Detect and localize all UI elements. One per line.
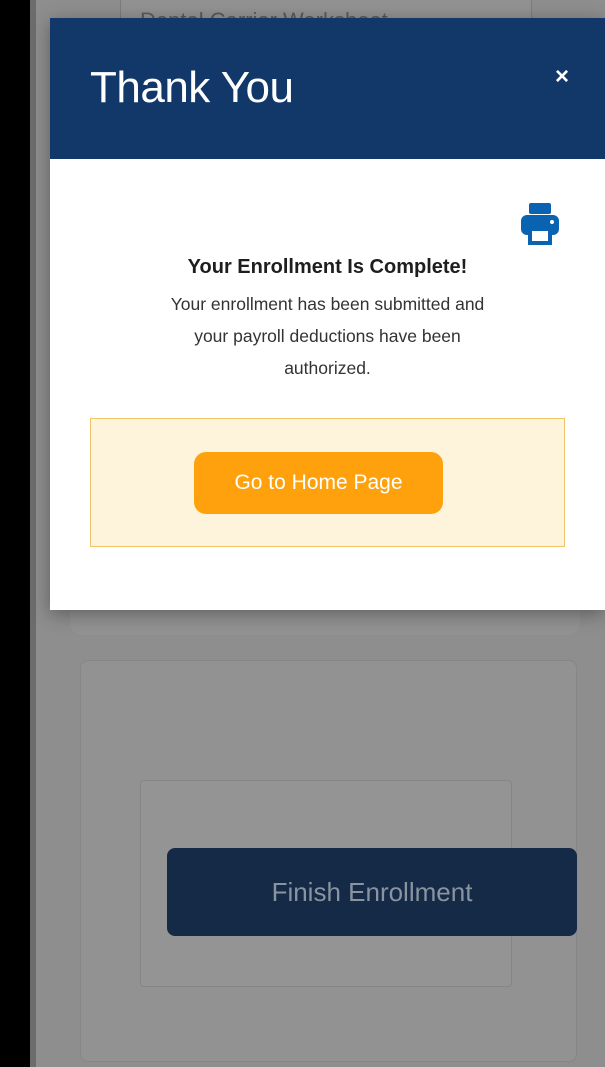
message-line-3: authorized. bbox=[284, 358, 371, 378]
enrollment-complete-heading: Your Enrollment Is Complete! bbox=[187, 256, 468, 278]
modal-title: Thank You bbox=[90, 63, 294, 112]
message-line-2: your payroll deductions have been bbox=[194, 326, 461, 346]
action-panel: Go to Home Page bbox=[90, 418, 565, 547]
close-icon: × bbox=[554, 63, 569, 90]
go-to-home-page-button[interactable]: Go to Home Page bbox=[194, 452, 443, 514]
modal-header: Thank You × bbox=[50, 18, 605, 159]
print-icon bbox=[521, 203, 559, 245]
print-button[interactable] bbox=[512, 203, 568, 245]
window-edge-left bbox=[0, 0, 30, 1067]
close-button[interactable]: × bbox=[547, 62, 577, 92]
thank-you-modal: Thank You × Your Enrollment Is Complete!… bbox=[50, 18, 605, 610]
finish-enrollment-button[interactable]: Finish Enrollment bbox=[167, 848, 577, 936]
enrollment-message: Your enrollment has been submitted and y… bbox=[90, 288, 565, 384]
message-line-1: Your enrollment has been submitted and bbox=[170, 294, 485, 314]
